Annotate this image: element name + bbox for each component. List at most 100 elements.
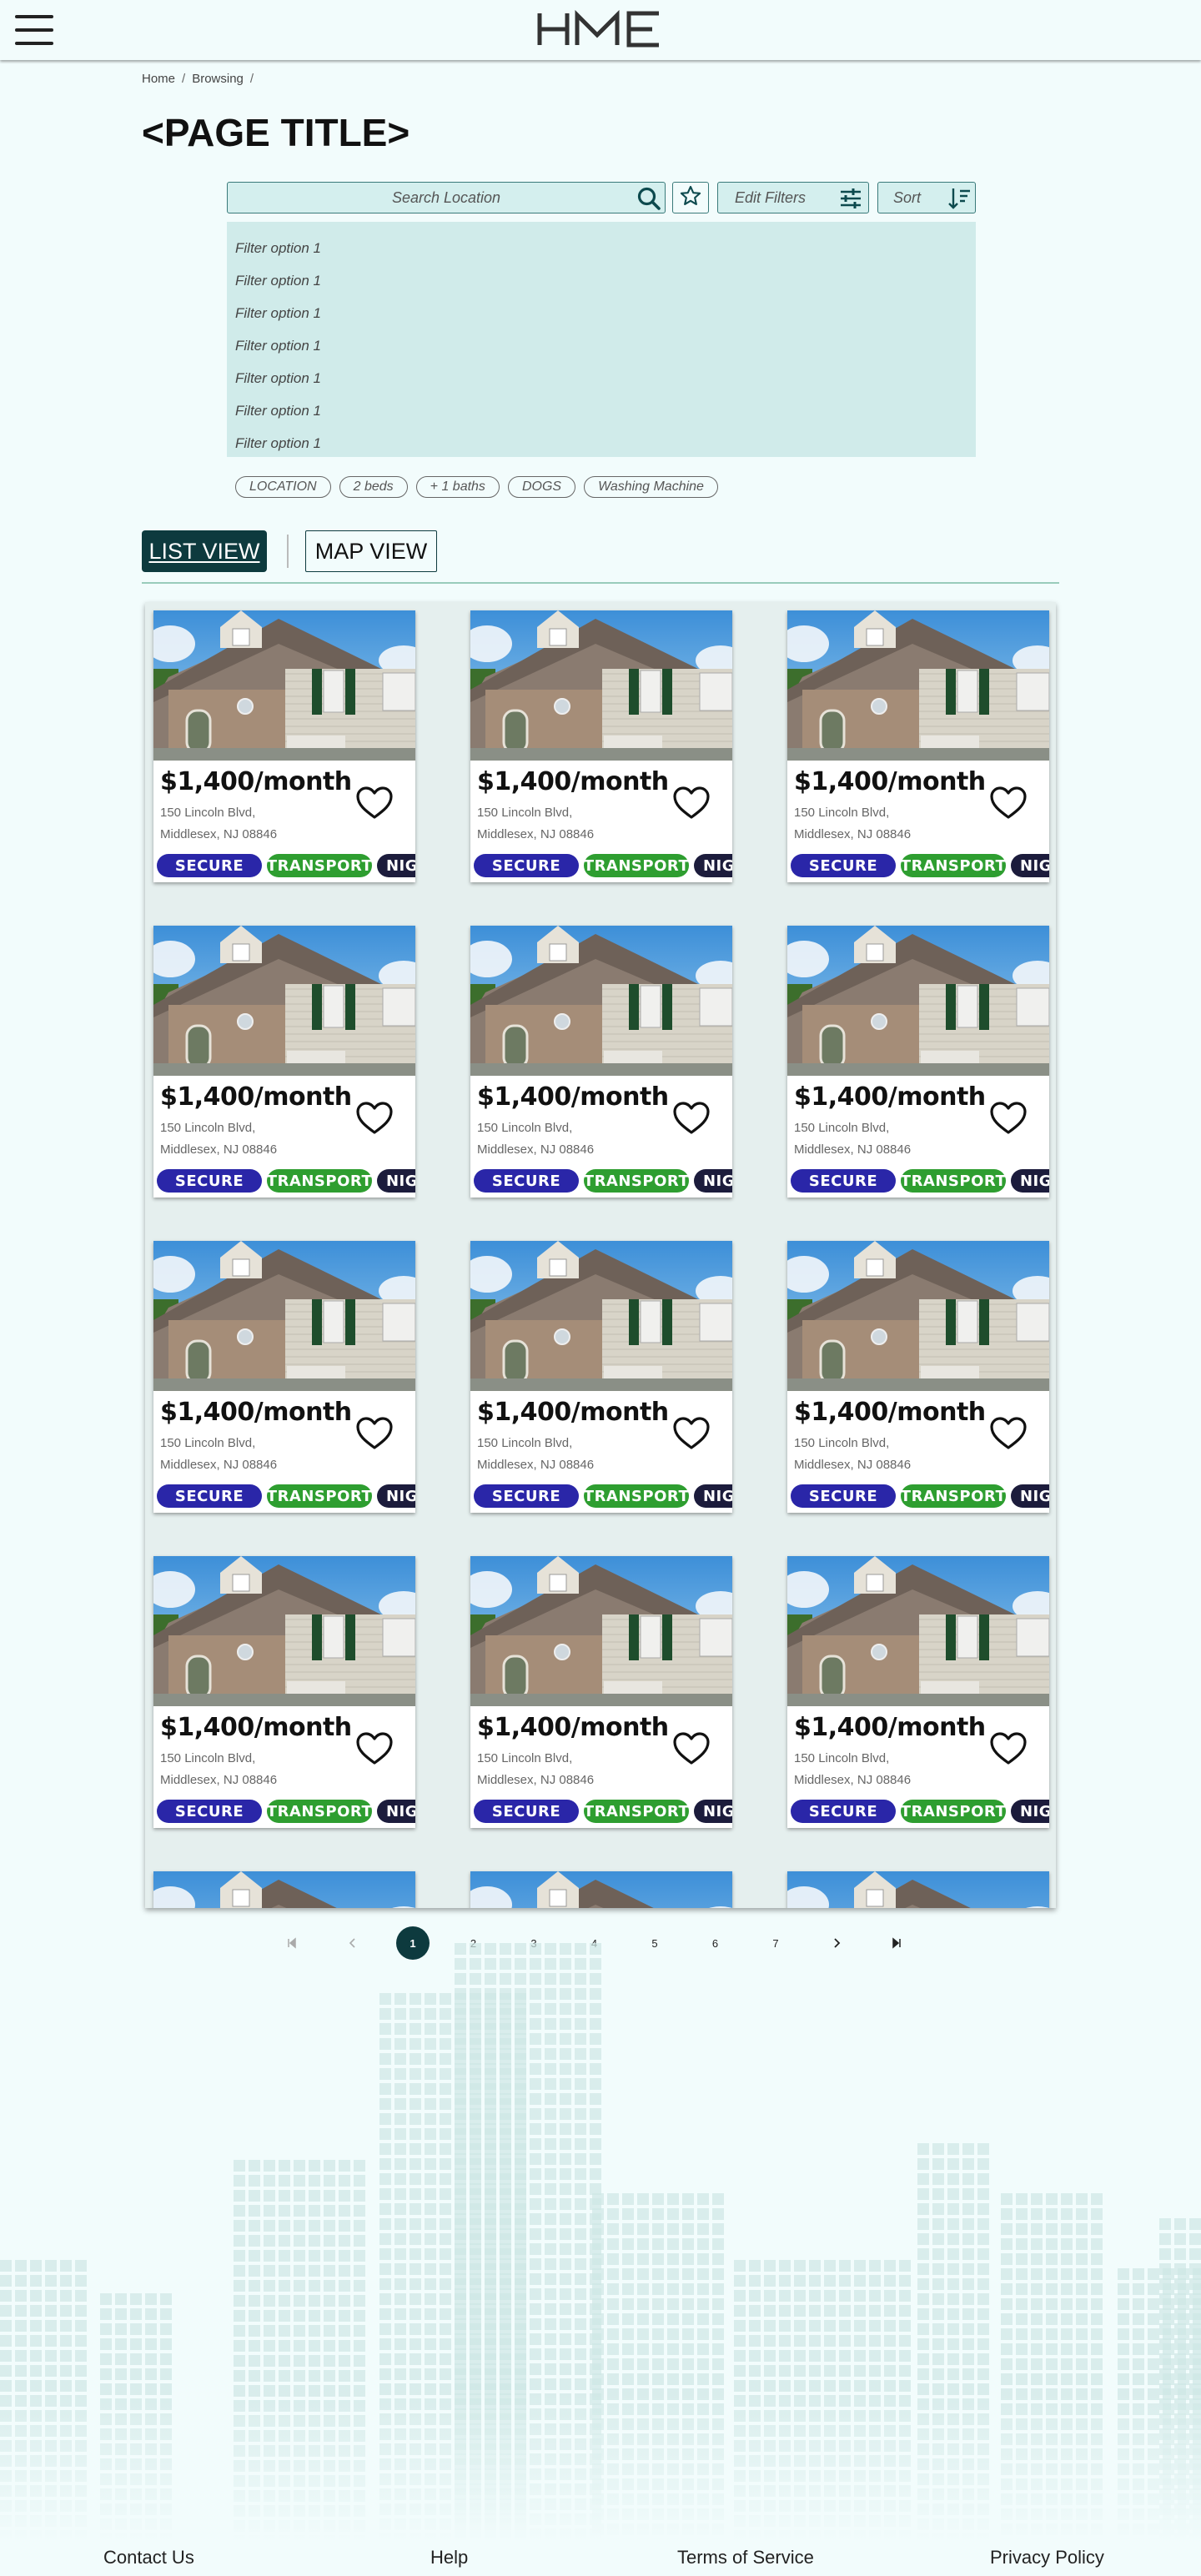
listing-card[interactable]: $1,400/month 150 Lincoln Blvd, Middlesex…: [470, 926, 732, 1198]
favorites-button[interactable]: [672, 182, 709, 213]
listing-photo[interactable]: [787, 1871, 1049, 1908]
listing-card[interactable]: $1,400/month 150 Lincoln Blvd, Middlesex…: [787, 610, 1049, 882]
listing-card[interactable]: $1,400/month 150 Lincoln Blvd, Middlesex…: [470, 1241, 732, 1513]
listing-price: $1,400/month: [794, 1082, 986, 1112]
filter-chip[interactable]: Washing Machine: [584, 476, 718, 498]
heart-icon[interactable]: [355, 1101, 394, 1136]
listing-photo[interactable]: [470, 1241, 732, 1391]
listing-photo[interactable]: [153, 1871, 415, 1908]
listing-photo[interactable]: [153, 1241, 415, 1391]
breadcrumb-home[interactable]: Home: [142, 72, 175, 86]
breadcrumb-browsing[interactable]: Browsing: [192, 72, 244, 86]
listing-tags: SECURE TRANSPORT NIG: [791, 854, 1049, 877]
heart-icon[interactable]: [672, 1731, 711, 1766]
filter-chip[interactable]: 2 beds: [339, 476, 408, 498]
filter-chip[interactable]: LOCATION: [235, 476, 331, 498]
sort-button[interactable]: Sort: [877, 182, 976, 213]
heart-icon[interactable]: [989, 786, 1028, 821]
listing-card[interactable]: $1,400/month 150 Lincoln Blvd, Middlesex…: [470, 1556, 732, 1828]
listing-tag: SECURE: [474, 1800, 579, 1823]
listing-photo[interactable]: [470, 1556, 732, 1706]
heart-icon[interactable]: [989, 1731, 1028, 1766]
listing-address: 150 Lincoln Blvd, Middlesex, NJ 08846: [477, 1433, 594, 1476]
listing-tag: SECURE: [474, 1169, 579, 1193]
listing-address: 150 Lincoln Blvd, Middlesex, NJ 08846: [477, 1748, 594, 1791]
listing-card[interactable]: $1,400/month 150 Lincoln Blvd, Middlesex…: [787, 1556, 1049, 1828]
listing-photo[interactable]: [470, 926, 732, 1076]
listing-photo[interactable]: [787, 610, 1049, 761]
listing-address-line2: Middlesex, NJ 08846: [794, 1142, 912, 1157]
footer-link-terms[interactable]: Terms of Service: [677, 2547, 814, 2568]
listing-tag: NIG: [377, 1484, 415, 1508]
listing-address-line2: Middlesex, NJ 08846: [794, 827, 912, 841]
listing-address: 150 Lincoln Blvd, Middlesex, NJ 08846: [160, 1748, 277, 1791]
listing-photo[interactable]: [787, 926, 1049, 1076]
listing-tag: TRANSPORT: [901, 854, 1006, 877]
filter-option[interactable]: Filter option 1: [235, 394, 976, 427]
listing-tags: SECURE TRANSPORT NIG: [157, 854, 415, 877]
footer-link-privacy[interactable]: Privacy Policy: [990, 2547, 1104, 2568]
hamburger-menu-icon[interactable]: [15, 15, 53, 45]
listing-address-line1: 150 Lincoln Blvd,: [477, 1751, 573, 1765]
search-icon[interactable]: [636, 186, 661, 211]
search-input[interactable]: [228, 183, 665, 213]
footer-link-contact[interactable]: Contact Us: [103, 2547, 194, 2568]
listing-tag: NIG: [1011, 854, 1049, 877]
filter-option[interactable]: Filter option 1: [235, 329, 976, 362]
listing-price: $1,400/month: [160, 767, 352, 796]
listing-card[interactable]: [787, 1871, 1049, 1908]
filter-chip[interactable]: + 1 baths: [415, 476, 500, 498]
listing-card[interactable]: $1,400/month 150 Lincoln Blvd, Middlesex…: [787, 1241, 1049, 1513]
listing-card[interactable]: $1,400/month 150 Lincoln Blvd, Middlesex…: [153, 926, 415, 1198]
filter-option[interactable]: Filter option 1: [235, 297, 976, 329]
listing-tag: TRANSPORT: [584, 1169, 689, 1193]
heart-icon[interactable]: [989, 1101, 1028, 1136]
footer-link-help[interactable]: Help: [430, 2547, 468, 2568]
listing-photo[interactable]: [153, 926, 415, 1076]
listing-photo[interactable]: [153, 610, 415, 761]
listing-photo[interactable]: [787, 1556, 1049, 1706]
footer: Contact Us Help Terms of Service Privacy…: [0, 2543, 1201, 2576]
edit-filters-button[interactable]: Edit Filters: [717, 182, 869, 213]
top-bar: HME: [0, 0, 1201, 60]
listing-tag: SECURE: [791, 1800, 896, 1823]
listing-price: $1,400/month: [794, 767, 986, 796]
listing-address-line2: Middlesex, NJ 08846: [160, 827, 278, 841]
listing-tag: SECURE: [157, 854, 262, 877]
listing-photo[interactable]: [153, 1556, 415, 1706]
heart-icon[interactable]: [355, 1731, 394, 1766]
listing-card[interactable]: $1,400/month 150 Lincoln Blvd, Middlesex…: [470, 610, 732, 882]
listing-address-line1: 150 Lincoln Blvd,: [794, 806, 890, 820]
listing-card[interactable]: $1,400/month 150 Lincoln Blvd, Middlesex…: [153, 610, 415, 882]
listing-card[interactable]: $1,400/month 150 Lincoln Blvd, Middlesex…: [787, 926, 1049, 1198]
listing-address-line1: 150 Lincoln Blvd,: [160, 1436, 256, 1450]
listing-photo[interactable]: [787, 1241, 1049, 1391]
listing-address: 150 Lincoln Blvd, Middlesex, NJ 08846: [160, 802, 277, 846]
heart-icon[interactable]: [672, 786, 711, 821]
listing-card[interactable]: $1,400/month 150 Lincoln Blvd, Middlesex…: [153, 1241, 415, 1513]
filter-option[interactable]: Filter option 1: [235, 362, 976, 394]
heart-icon[interactable]: [355, 786, 394, 821]
listing-tag: TRANSPORT: [901, 1800, 1006, 1823]
heart-icon[interactable]: [672, 1101, 711, 1136]
map-view-button[interactable]: MAP VIEW: [305, 530, 437, 572]
listing-address-line1: 150 Lincoln Blvd,: [794, 1436, 890, 1450]
heart-icon[interactable]: [355, 1416, 394, 1451]
listing-address-line2: Middlesex, NJ 08846: [477, 1142, 595, 1157]
listing-card[interactable]: [470, 1871, 732, 1908]
listing-photo[interactable]: [470, 610, 732, 761]
listing-card[interactable]: [153, 1871, 415, 1908]
logo[interactable]: HME: [534, 8, 667, 50]
filter-option[interactable]: Filter option 1: [235, 427, 976, 459]
heart-icon[interactable]: [989, 1416, 1028, 1451]
listing-photo[interactable]: [470, 1871, 732, 1908]
heart-icon[interactable]: [672, 1416, 711, 1451]
filter-options-panel: Filter option 1 Filter option 1 Filter opt…: [227, 222, 976, 457]
listing-card[interactable]: $1,400/month 150 Lincoln Blvd, Middlesex…: [153, 1556, 415, 1828]
listing-address: 150 Lincoln Blvd, Middlesex, NJ 08846: [794, 1433, 911, 1476]
filter-chip[interactable]: DOGS: [507, 476, 576, 498]
list-view-button[interactable]: LIST VIEW: [142, 530, 267, 572]
filter-option[interactable]: Filter option 1: [235, 264, 976, 297]
filter-option[interactable]: Filter option 1: [235, 232, 976, 264]
breadcrumb: Home / Browsing /: [142, 72, 254, 86]
